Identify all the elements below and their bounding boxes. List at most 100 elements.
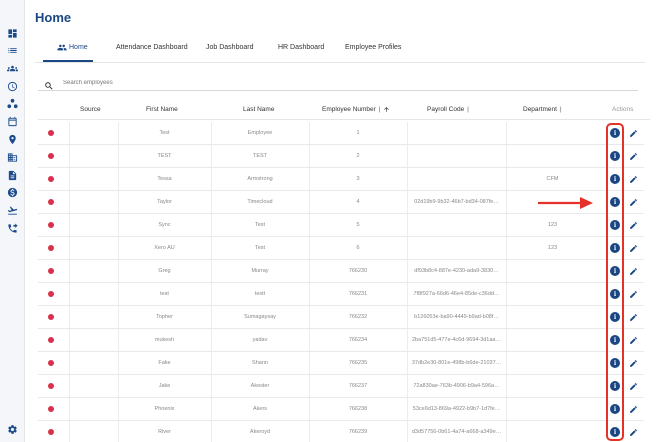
info-icon[interactable]: i: [610, 174, 620, 184]
edit-pencil-icon[interactable]: [628, 358, 638, 368]
cell-first-name: mukesh: [118, 329, 210, 351]
table-row[interactable]: Topher Sumagaysay 766232 b126053e-ba90-4449…: [38, 306, 644, 329]
cell-payroll-code: b126053e-ba90-4449-b9ad-b08f…: [407, 306, 505, 328]
edit-pencil-icon[interactable]: [628, 174, 638, 184]
people-icon[interactable]: [6, 62, 19, 75]
column-header-actions: Actions: [612, 106, 633, 113]
column-header-department[interactable]: Department |: [523, 106, 562, 113]
cell-first-name: Fake: [118, 352, 210, 374]
table-row[interactable]: Phoenix Akers 766238 53ce6d13-869a-4922-b9b…: [38, 398, 644, 421]
location-icon[interactable]: [6, 133, 19, 146]
table-row[interactable]: Taylor Timecloud 4 02d19b9-9b32-46b7-bd34-0…: [38, 191, 644, 214]
cell-employee-number: 766235: [309, 352, 406, 374]
status-indicator-dot: [48, 429, 54, 435]
cell-last-name: Test: [211, 237, 308, 259]
info-icon[interactable]: i: [610, 404, 620, 414]
cell-payroll-code: 7f8f927a-66d6-46e4-85de-c36dd…: [407, 283, 505, 305]
column-header-payroll-code[interactable]: Payroll Code |: [427, 106, 469, 113]
column-header-employee-number[interactable]: Employee Number |: [322, 106, 390, 113]
table-row[interactable]: test testt 766231 7f8f927a-66d6-46e4-85de-c…: [38, 283, 644, 306]
info-icon[interactable]: i: [610, 312, 620, 322]
table-row[interactable]: Sync Test 5 123 i: [38, 214, 644, 237]
dollar-icon[interactable]: [6, 186, 19, 199]
edit-pencil-icon[interactable]: [628, 427, 638, 437]
cell-first-name: TEST: [118, 145, 210, 167]
header-label: Last Name: [243, 106, 275, 113]
info-icon[interactable]: i: [610, 289, 620, 299]
edit-pencil-icon[interactable]: [628, 197, 638, 207]
phone-forward-icon[interactable]: [6, 222, 19, 235]
tab-job-dashboard[interactable]: Job Dashboard: [206, 44, 253, 51]
table-row[interactable]: River Akeroyd 766239 d3d57756-0b61-4a74-a66…: [38, 421, 644, 442]
info-icon[interactable]: i: [610, 358, 620, 368]
column-header-source[interactable]: Source: [80, 106, 101, 113]
info-icon[interactable]: i: [610, 197, 620, 207]
table-row[interactable]: Test Employee 1 i: [38, 122, 644, 145]
table-row[interactable]: Jake Akester 766237 72a830ae-763b-4906-b9a4…: [38, 375, 644, 398]
cell-department: [506, 375, 598, 397]
search-bar: [38, 75, 638, 91]
tab-label: Employee Profiles: [345, 44, 402, 51]
cell-source: [69, 421, 117, 442]
info-icon[interactable]: i: [610, 151, 620, 161]
cell-first-name: Greg: [118, 260, 210, 282]
status-indicator-dot: [48, 176, 54, 182]
cell-employee-number: 4: [309, 191, 406, 213]
list-icon[interactable]: [6, 44, 19, 57]
table-row[interactable]: Xero AU Test 6 123 i: [38, 237, 644, 260]
info-icon[interactable]: i: [610, 427, 620, 437]
tab-label: HR Dashboard: [278, 44, 325, 51]
column-resize-handle[interactable]: |: [467, 107, 469, 113]
cell-last-name: yadav: [211, 329, 308, 351]
info-icon[interactable]: i: [610, 266, 620, 276]
edit-pencil-icon[interactable]: [628, 312, 638, 322]
tab-attendance-dashboard[interactable]: Attendance Dashboard: [116, 44, 188, 51]
cell-source: [69, 168, 117, 190]
edit-pencil-icon[interactable]: [628, 266, 638, 276]
column-resize-handle[interactable]: |: [560, 107, 562, 113]
dashboard-icon[interactable]: [6, 27, 19, 40]
tab-home[interactable]: Home: [57, 44, 88, 51]
document-icon[interactable]: [6, 169, 19, 182]
calendar-icon[interactable]: [6, 115, 19, 128]
info-icon[interactable]: i: [610, 220, 620, 230]
cell-first-name: Test: [118, 122, 210, 144]
table-row[interactable]: Greg Murray 766230 df93b8c4-887e-4230-ada9-…: [38, 260, 644, 283]
column-header-first-name[interactable]: First Name: [146, 106, 178, 113]
status-indicator-dot: [48, 291, 54, 297]
table-row[interactable]: Tessa Armstrong 3 CFM i: [38, 168, 644, 191]
building-icon[interactable]: [6, 151, 19, 164]
main-content: Home Home Attendance Dashboard Job Dashb…: [26, 0, 670, 442]
column-resize-handle[interactable]: |: [379, 107, 381, 113]
edit-pencil-icon[interactable]: [628, 404, 638, 414]
tab-hr-dashboard[interactable]: HR Dashboard: [278, 44, 324, 51]
cell-source: [69, 237, 117, 259]
edit-pencil-icon[interactable]: [628, 289, 638, 299]
settings-icon[interactable]: [6, 423, 19, 436]
info-icon[interactable]: i: [610, 335, 620, 345]
table-row[interactable]: Fake Shann 766235 37db2e30-801e-498b-b6de-2…: [38, 352, 644, 375]
search-input[interactable]: [63, 79, 363, 86]
cell-last-name: Shann: [211, 352, 308, 374]
sort-ascending-icon[interactable]: [383, 106, 390, 113]
info-icon[interactable]: i: [610, 381, 620, 391]
edit-pencil-icon[interactable]: [628, 335, 638, 345]
org-chart-icon[interactable]: [6, 97, 19, 110]
column-header-last-name[interactable]: Last Name: [243, 106, 274, 113]
info-icon[interactable]: i: [610, 128, 620, 138]
edit-pencil-icon[interactable]: [628, 243, 638, 253]
flight-icon[interactable]: [6, 204, 19, 217]
tab-employee-profiles[interactable]: Employee Profiles: [345, 44, 401, 51]
clock-icon[interactable]: [6, 80, 19, 93]
edit-pencil-icon[interactable]: [628, 220, 638, 230]
edit-pencil-icon[interactable]: [628, 381, 638, 391]
info-icon[interactable]: i: [610, 243, 620, 253]
status-indicator-dot: [48, 406, 54, 412]
edit-pencil-icon[interactable]: [628, 151, 638, 161]
tab-label: Attendance Dashboard: [116, 44, 188, 51]
table-row[interactable]: TEST TEST 2 i: [38, 145, 644, 168]
cell-source: [69, 375, 117, 397]
table-row[interactable]: mukesh yadav 766234 2ba751d5-477e-4c6d-9694…: [38, 329, 644, 352]
cell-source: [69, 306, 117, 328]
edit-pencil-icon[interactable]: [628, 128, 638, 138]
